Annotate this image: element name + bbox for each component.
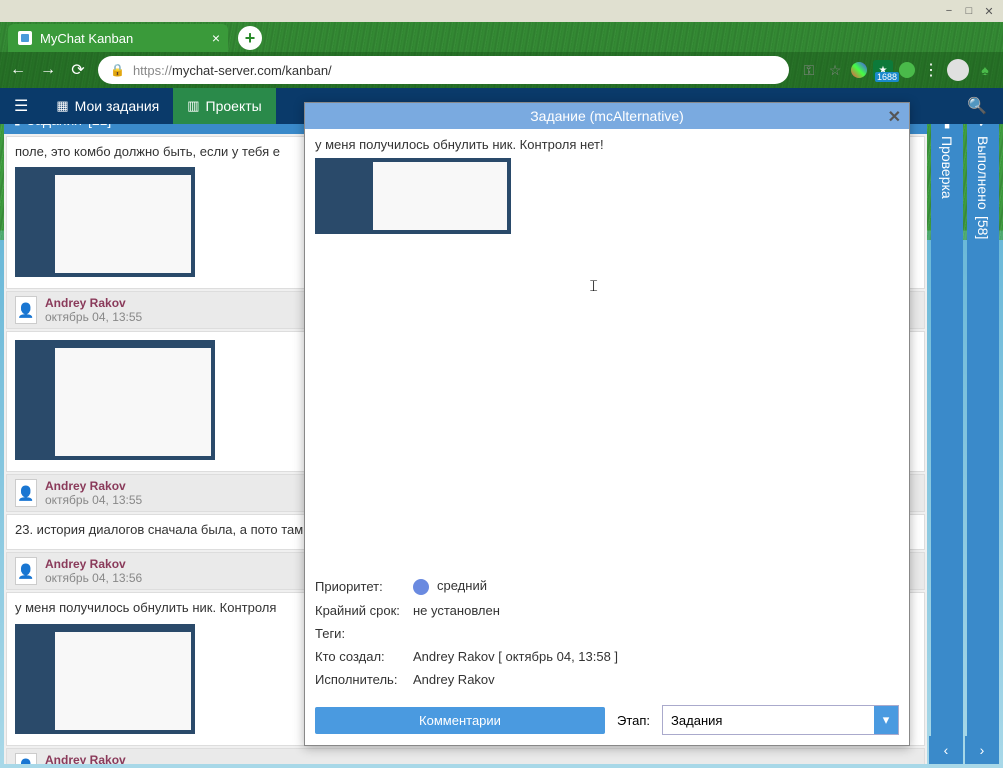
- columns-icon: ▥: [187, 98, 199, 114]
- task-modal: Задание (mcAlternative) ✕ у меня получил…: [304, 102, 910, 746]
- browser-menu-icon[interactable]: ⋮: [921, 60, 941, 80]
- nav-projects[interactable]: ▥ Проекты: [173, 88, 275, 124]
- profile-avatar-icon[interactable]: [947, 59, 969, 81]
- stage-value: Задания: [671, 713, 722, 728]
- window-maximize-icon[interactable]: □: [960, 4, 978, 18]
- field-label-assignee: Исполнитель:: [315, 672, 413, 687]
- field-value-deadline: не установлен: [413, 603, 500, 618]
- key-icon[interactable]: ⚿: [799, 60, 819, 80]
- nav-my-tasks[interactable]: ▦ Мои задания: [42, 88, 173, 124]
- bookmark-star-icon[interactable]: ☆: [825, 60, 845, 80]
- extension-icon-3[interactable]: [899, 62, 915, 78]
- extension-badge: 1688: [875, 72, 899, 82]
- nav-reload-icon[interactable]: ⟳: [68, 60, 88, 80]
- text-cursor-icon: 𝙸: [588, 278, 599, 296]
- hamburger-menu-icon[interactable]: ☰: [0, 96, 42, 116]
- field-label-creator: Кто создал:: [315, 649, 413, 664]
- extension-icon-1[interactable]: [851, 62, 867, 78]
- url-protocol: https://: [133, 63, 172, 78]
- url-text: mychat-server.com/kanban/: [172, 63, 332, 78]
- os-titlebar: − □ ✕: [0, 0, 1003, 22]
- nav-projects-label: Проекты: [206, 98, 262, 114]
- nav-back-icon[interactable]: ←: [8, 61, 28, 79]
- stage-select[interactable]: Задания ▾: [662, 705, 899, 735]
- nav-my-tasks-label: Мои задания: [75, 98, 160, 114]
- new-tab-button[interactable]: +: [238, 26, 262, 50]
- field-value-assignee: Andrey Rakov: [413, 672, 495, 687]
- task-description: у меня получилось обнулить ник. Контроля…: [315, 137, 899, 152]
- browser-tab-active[interactable]: MyChat Kanban ×: [8, 24, 228, 52]
- modal-body: у меня получилось обнулить ник. Контроля…: [305, 129, 909, 570]
- extension-icon-2[interactable]: ★1688: [873, 60, 893, 80]
- field-label-deadline: Крайний срок:: [315, 603, 413, 618]
- stage-label: Этап:: [617, 713, 650, 728]
- priority-dot-icon: [413, 579, 429, 595]
- modal-footer: Комментарии Этап: Задания ▾: [305, 699, 909, 745]
- extension-icon-4[interactable]: ♠: [975, 60, 995, 80]
- field-value-priority: средний: [413, 578, 487, 595]
- window-close-icon[interactable]: ✕: [980, 4, 998, 18]
- modal-close-icon[interactable]: ✕: [888, 107, 901, 127]
- nav-forward-icon[interactable]: →: [38, 61, 58, 79]
- window-minimize-icon[interactable]: −: [940, 4, 958, 18]
- search-icon[interactable]: 🔍: [951, 96, 1003, 116]
- chevron-down-icon: ▾: [874, 706, 898, 734]
- address-bar[interactable]: 🔒 https://mychat-server.com/kanban/: [98, 56, 789, 84]
- browser-toolbar: ← → ⟳ 🔒 https://mychat-server.com/kanban…: [0, 52, 1003, 88]
- comments-button[interactable]: Комментарии: [315, 707, 605, 734]
- lock-icon: 🔒: [110, 63, 125, 77]
- field-label-tags: Теги:: [315, 626, 413, 641]
- browser-tabstrip: MyChat Kanban × +: [0, 22, 1003, 52]
- field-value-creator: Andrey Rakov [ октябрь 04, 13:58 ]: [413, 649, 618, 664]
- modal-header[interactable]: Задание (mcAlternative) ✕: [305, 103, 909, 129]
- modal-fields: Приоритет: средний Крайний срок: не уста…: [305, 570, 909, 699]
- tab-favicon: [18, 31, 32, 45]
- task-attachment-thumbnail[interactable]: [315, 158, 511, 234]
- tab-title: MyChat Kanban: [40, 31, 133, 46]
- field-label-priority: Приоритет:: [315, 579, 413, 594]
- tab-close-icon[interactable]: ×: [212, 30, 220, 46]
- grid-icon: ▦: [56, 98, 68, 114]
- modal-title: Задание (mcAlternative): [530, 108, 684, 124]
